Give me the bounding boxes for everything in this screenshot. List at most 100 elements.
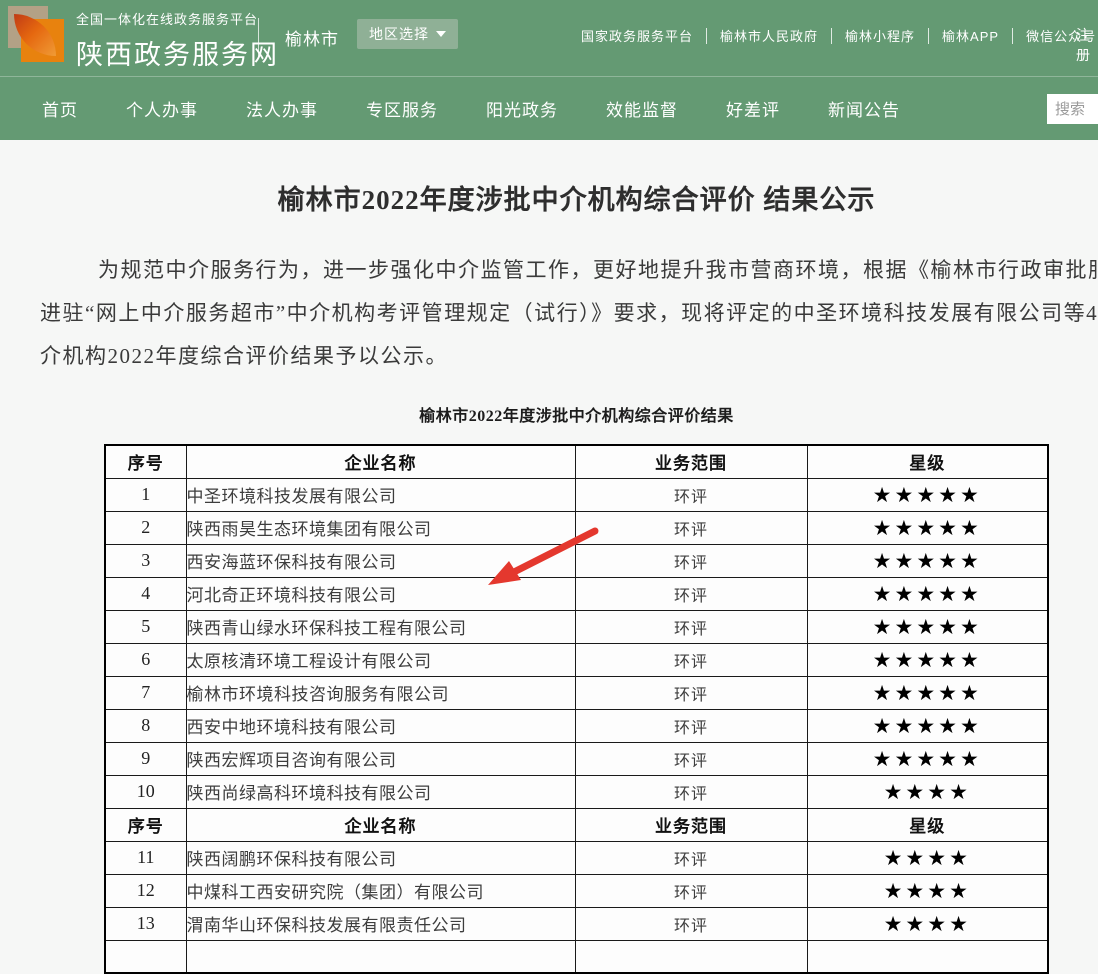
paragraph-line-0: 为规范中介服务行为，进一步强化中介监管工作，更好地提升我市营商环境，根据《榆林市…: [40, 249, 1098, 292]
header-link-1[interactable]: 榆林市人民政府: [720, 26, 818, 45]
table-header-row: 序号企业名称业务范围星级: [105, 445, 1048, 478]
header-link-2[interactable]: 榆林小程序: [845, 26, 915, 45]
notice-document: 榆林市2022年度涉批中介机构综合评价 结果公示 为规范中介服务行为，进一步强化…: [0, 178, 1098, 974]
site-name: 陕西政务服务网: [76, 33, 279, 72]
table-row: 13渭南华山环保科技发展有限责任公司环评★★★★: [105, 907, 1048, 940]
table-body: 序号企业名称业务范围星级1中圣环境科技发展有限公司环评★★★★★2陕西雨昊生态环…: [105, 445, 1048, 973]
header-divider: [258, 18, 259, 58]
table-row: 3西安海蓝环保科技有限公司环评★★★★★: [105, 544, 1048, 577]
row-number: 4: [105, 577, 186, 610]
company-name: 榆林市环境科技咨询服务有限公司: [186, 676, 575, 709]
platform-tagline: 全国一体化在线政务服务平台: [76, 9, 279, 28]
row-number: 1: [105, 478, 186, 511]
nav-item-3[interactable]: 专区服务: [366, 96, 438, 121]
table-row: 12中煤科工西安研究院（集团）有限公司环评★★★★: [105, 874, 1048, 907]
brand-block: 全国一体化在线政务服务平台 陕西政务服务网: [76, 9, 279, 72]
table-row: 9陕西宏辉项目咨询有限公司环评★★★★★: [105, 742, 1048, 775]
table-row: 4河北奇正环境科技有限公司环评★★★★★: [105, 577, 1048, 610]
link-separator: [1012, 28, 1013, 44]
star-rating: ★★★★★: [807, 511, 1048, 544]
row-number: 7: [105, 676, 186, 709]
table-caption: 榆林市2022年度涉批中介机构综合评价结果: [0, 402, 1098, 426]
star-rating: ★★★★★: [807, 544, 1048, 577]
row-number: 3: [105, 544, 186, 577]
table-row: 5陕西青山绿水环保科技工程有限公司环评★★★★★: [105, 610, 1048, 643]
paragraph-line-2: 介机构2022年度综合评价结果予以公示。: [40, 335, 1098, 378]
row-number: 2: [105, 511, 186, 544]
star-rating: ★★★★: [807, 775, 1048, 808]
nav-item-0[interactable]: 首页: [42, 96, 78, 121]
nav-item-5[interactable]: 效能监督: [606, 96, 678, 121]
nav-item-7[interactable]: 新闻公告: [828, 96, 900, 121]
company-name: 河北奇正环境科技有限公司: [186, 577, 575, 610]
star-rating: ★★★★: [807, 874, 1048, 907]
table-row: 6太原核清环境工程设计有限公司环评★★★★★: [105, 643, 1048, 676]
business-scope: 环评: [575, 709, 807, 742]
row-number: 8: [105, 709, 186, 742]
star-rating: ★★★★★: [807, 676, 1048, 709]
search-box: [1047, 94, 1098, 124]
row-number: 6: [105, 643, 186, 676]
business-scope: 环评: [575, 610, 807, 643]
row-number: 10: [105, 775, 186, 808]
chevron-down-icon: [436, 31, 446, 37]
header-links: 国家政务服务平台榆林市人民政府榆林小程序榆林APP微信公众号: [581, 26, 1096, 45]
row-number: 9: [105, 742, 186, 775]
row-number: 12: [105, 874, 186, 907]
company-name: 陕西青山绿水环保科技工程有限公司: [186, 610, 575, 643]
business-scope: 环评: [575, 676, 807, 709]
current-city-label: 榆林市: [285, 25, 339, 50]
region-selector-label: 地区选择: [369, 24, 429, 44]
register-link[interactable]: 注册: [1076, 25, 1098, 65]
business-scope: [575, 940, 807, 973]
company-name: 中圣环境科技发展有限公司: [186, 478, 575, 511]
column-header-3: 星级: [807, 808, 1048, 841]
nav-item-6[interactable]: 好差评: [726, 96, 780, 121]
business-scope: 环评: [575, 907, 807, 940]
paragraph-line-1: 进驻“网上中介服务超市”中介机构考评管理规定（试行）》要求，现将评定的中圣环境科…: [40, 292, 1098, 335]
nav-item-2[interactable]: 法人办事: [246, 96, 318, 121]
page-title: 榆林市2022年度涉批中介机构综合评价 结果公示: [0, 178, 1098, 217]
company-name: 陕西尚绿高科环境科技有限公司: [186, 775, 575, 808]
row-number: 11: [105, 841, 186, 874]
business-scope: 环评: [575, 841, 807, 874]
company-name: 西安海蓝环保科技有限公司: [186, 544, 575, 577]
header-link-3[interactable]: 榆林APP: [942, 26, 999, 45]
business-scope: 环评: [575, 511, 807, 544]
table-header-row: 序号企业名称业务范围星级: [105, 808, 1048, 841]
star-rating: ★★★★: [807, 907, 1048, 940]
star-rating: ★★★★: [807, 841, 1048, 874]
page: { "header": { "platform_tagline": "全国一体化…: [0, 0, 1098, 947]
header-link-0[interactable]: 国家政务服务平台: [581, 26, 693, 45]
column-header-1: 企业名称: [186, 445, 575, 478]
column-header-2: 业务范围: [575, 445, 807, 478]
search-input[interactable]: [1047, 94, 1098, 124]
main-nav: 首页 个人办事 法人办事 专区服务 阳光政务 效能监督 好差评 新闻公告: [0, 76, 1098, 140]
link-separator: [706, 28, 707, 44]
company-name: 西安中地环境科技有限公司: [186, 709, 575, 742]
company-name: 渭南华山环保科技发展有限责任公司: [186, 907, 575, 940]
site-logo: [8, 6, 64, 62]
company-name: [186, 940, 575, 973]
star-rating: ★★★★★: [807, 478, 1048, 511]
business-scope: 环评: [575, 643, 807, 676]
business-scope: 环评: [575, 577, 807, 610]
nav-item-4[interactable]: 阳光政务: [486, 96, 558, 121]
business-scope: 环评: [575, 874, 807, 907]
row-number: 5: [105, 610, 186, 643]
company-name: 陕西宏辉项目咨询有限公司: [186, 742, 575, 775]
business-scope: 环评: [575, 544, 807, 577]
table-row: 1中圣环境科技发展有限公司环评★★★★★: [105, 478, 1048, 511]
star-rating: ★★★★★: [807, 577, 1048, 610]
star-rating: ★★★★★: [807, 709, 1048, 742]
company-name: 陕西阔鹏环保科技有限公司: [186, 841, 575, 874]
column-header-2: 业务范围: [575, 808, 807, 841]
table-row: 11陕西阔鹏环保科技有限公司环评★★★★: [105, 841, 1048, 874]
column-header-0: 序号: [105, 445, 186, 478]
link-separator: [928, 28, 929, 44]
region-selector-button[interactable]: 地区选择: [357, 19, 458, 49]
evaluation-results-table: 序号企业名称业务范围星级1中圣环境科技发展有限公司环评★★★★★2陕西雨昊生态环…: [104, 444, 1049, 974]
nav-item-1[interactable]: 个人办事: [126, 96, 198, 121]
star-rating: [807, 940, 1048, 973]
business-scope: 环评: [575, 742, 807, 775]
